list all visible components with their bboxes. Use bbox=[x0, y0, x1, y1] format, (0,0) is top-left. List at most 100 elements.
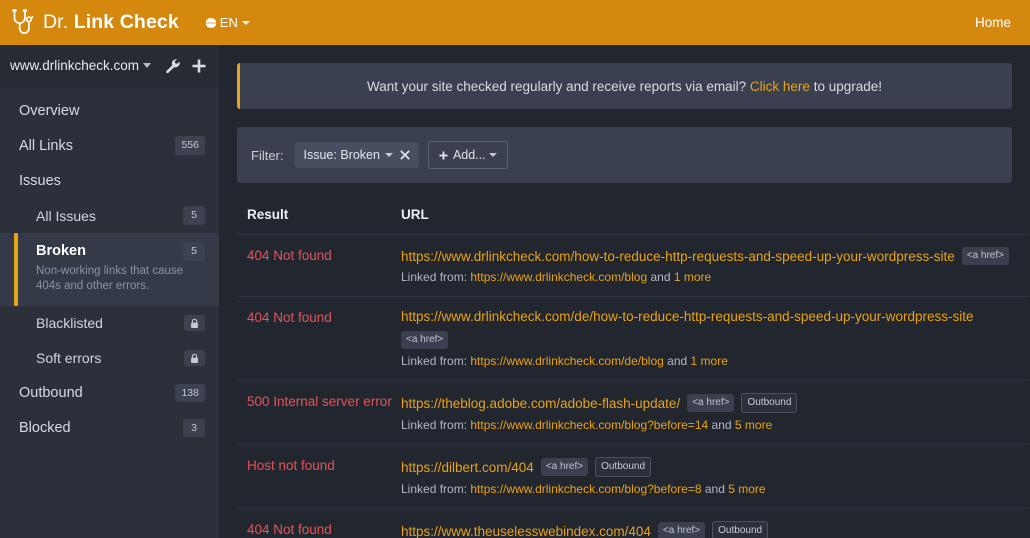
more-links-toggle[interactable]: 1 more bbox=[674, 270, 711, 284]
table-header-row: Result URL bbox=[237, 207, 1027, 234]
sidebar: www.drlinkcheck.com Overview All Links 5… bbox=[0, 45, 219, 538]
plus-icon bbox=[439, 150, 448, 160]
table-row[interactable]: 404 Not found https://www.theuselesswebi… bbox=[237, 508, 1027, 538]
cell-result: Host not found bbox=[247, 458, 335, 473]
cell-result: 404 Not found bbox=[247, 522, 332, 537]
sidebar-item-label: All Issues bbox=[36, 207, 96, 224]
sidebar-badge-count: 5 bbox=[183, 242, 205, 261]
table-row[interactable]: 404 Not found https://www.drlinkcheck.co… bbox=[237, 296, 1027, 380]
result-url-link[interactable]: https://dilbert.com/404 bbox=[401, 460, 534, 475]
lock-icon bbox=[191, 318, 198, 329]
result-url-link[interactable]: https://www.theuselesswebindex.com/404 bbox=[401, 524, 651, 538]
sidebar-item-label: Overview bbox=[19, 102, 80, 119]
chevron-down-icon bbox=[488, 153, 497, 157]
tag-a-href: <a href> bbox=[540, 458, 589, 476]
main-content: Want your site checked regularly and rec… bbox=[219, 45, 1030, 538]
linked-from-label: Linked from: bbox=[401, 418, 468, 432]
upgrade-banner-text: Want your site checked regularly and rec… bbox=[367, 79, 882, 94]
sidebar-item-soft-errors[interactable]: Soft errors bbox=[0, 341, 219, 376]
top-header-bar: Dr. Link Check EN Home bbox=[0, 0, 1030, 45]
brand-title: Dr. Link Check bbox=[43, 11, 179, 34]
banner-text-before: Want your site checked regularly and rec… bbox=[366, 78, 750, 94]
home-link[interactable]: Home bbox=[975, 15, 1011, 30]
sidebar-badge-count: 5 bbox=[183, 206, 205, 225]
sidebar-item-label: All Links bbox=[19, 137, 73, 154]
add-filter-label: Add... bbox=[452, 148, 486, 162]
linked-from-url[interactable]: https://www.drlinkcheck.com/blog?before=… bbox=[470, 418, 708, 432]
sidebar-item-blocked[interactable]: Blocked 3 bbox=[0, 411, 219, 446]
sidebar-badge-count: 138 bbox=[175, 383, 205, 403]
add-filter-button[interactable]: Add... bbox=[427, 141, 508, 169]
filter-bar: Filter: Issue: Broken Add... bbox=[237, 127, 1012, 183]
filter-chip-issue-broken[interactable]: Issue: Broken bbox=[294, 142, 419, 168]
more-links-toggle[interactable]: 5 more bbox=[735, 418, 772, 432]
filter-chip-label: Issue: Broken bbox=[303, 148, 380, 162]
chevron-down-icon[interactable] bbox=[384, 153, 393, 157]
sidebar-badge-locked bbox=[184, 350, 205, 367]
cell-url: https://dilbert.com/404 <a href> Outboun… bbox=[401, 457, 1027, 496]
close-x-icon[interactable] bbox=[400, 150, 410, 160]
stethoscope-icon bbox=[12, 8, 34, 34]
sidebar-item-outbound[interactable]: Outbound 138 bbox=[0, 376, 219, 411]
sidebar-item-all-issues[interactable]: All Issues 5 bbox=[0, 198, 219, 233]
column-header-url: URL bbox=[401, 207, 429, 222]
table-row[interactable]: Host not found https://dilbert.com/404 <… bbox=[237, 444, 1027, 508]
cell-url: https://www.drlinkcheck.com/de/how-to-re… bbox=[401, 309, 1027, 368]
table-row[interactable]: 500 Internal server error https://theblo… bbox=[237, 380, 1027, 444]
tag-a-href: <a href> bbox=[961, 247, 1009, 265]
upgrade-banner: Want your site checked regularly and rec… bbox=[237, 63, 1012, 109]
linked-from-line: Linked from: https://www.drlinkcheck.com… bbox=[401, 418, 1027, 432]
linked-from-label: Linked from: bbox=[401, 482, 468, 496]
table-row[interactable]: 404 Not found https://www.drlinkcheck.co… bbox=[237, 234, 1027, 296]
column-header-result: Result bbox=[247, 207, 289, 222]
tag-outbound: Outbound bbox=[712, 521, 769, 538]
result-url-link[interactable]: https://www.drlinkcheck.com/de/how-to-re… bbox=[401, 309, 974, 324]
linked-from-url[interactable]: https://www.drlinkcheck.com/de/blog bbox=[470, 354, 663, 368]
banner-upgrade-link[interactable]: Click here bbox=[750, 79, 810, 94]
brand-title-thin: Dr. bbox=[43, 11, 69, 33]
url-line: https://www.drlinkcheck.com/de/how-to-re… bbox=[401, 309, 1027, 349]
tag-a-href: <a href> bbox=[657, 522, 706, 538]
chevron-down-icon bbox=[241, 20, 250, 25]
sidebar-item-label: Blacklisted bbox=[36, 315, 103, 332]
globe-icon bbox=[204, 16, 217, 29]
sidebar-item-blacklisted[interactable]: Blacklisted bbox=[0, 306, 219, 341]
plus-icon[interactable] bbox=[191, 58, 207, 74]
brand-logo[interactable]: Dr. Link Check bbox=[11, 8, 179, 38]
site-selector[interactable]: www.drlinkcheck.com bbox=[0, 45, 219, 87]
sidebar-item-broken-row: Broken 5 bbox=[36, 242, 205, 261]
linked-from-line: Linked from: https://www.drlinkcheck.com… bbox=[401, 354, 1027, 368]
cell-result: 500 Internal server error bbox=[247, 394, 392, 409]
tag-outbound: Outbound bbox=[595, 457, 652, 477]
sidebar-item-description: Non-working links that cause 404s and ot… bbox=[36, 264, 184, 293]
wrench-icon[interactable] bbox=[165, 58, 181, 74]
tag-outbound: Outbound bbox=[741, 393, 798, 413]
and-label: and bbox=[650, 270, 671, 284]
banner-text-after: to upgrade! bbox=[809, 78, 883, 94]
results-table: Result URL 404 Not found https://www.drl… bbox=[237, 207, 1027, 538]
sidebar-group-label: Issues bbox=[19, 172, 61, 189]
sidebar-badge-count: 556 bbox=[175, 136, 205, 155]
sidebar-item-broken[interactable]: Broken 5 Non-working links that cause 40… bbox=[0, 233, 219, 306]
linked-from-line: Linked from: https://www.drlinkcheck.com… bbox=[401, 482, 1027, 496]
linked-from-url[interactable]: https://www.drlinkcheck.com/blog bbox=[470, 270, 647, 284]
chevron-down-icon[interactable] bbox=[143, 63, 151, 68]
sidebar-item-overview[interactable]: Overview bbox=[0, 93, 219, 128]
linked-from-line: Linked from: https://www.drlinkcheck.com… bbox=[401, 270, 1027, 284]
language-selector[interactable]: EN bbox=[204, 15, 250, 30]
more-links-toggle[interactable]: 1 more bbox=[691, 354, 728, 368]
and-label: and bbox=[667, 354, 688, 368]
tag-a-href: <a href> bbox=[687, 394, 735, 412]
cell-url: https://theblog.adobe.com/adobe-flash-up… bbox=[401, 393, 1027, 432]
linked-from-url[interactable]: https://www.drlinkcheck.com/blog?before=… bbox=[470, 482, 701, 496]
sidebar-item-label: Outbound bbox=[19, 385, 83, 402]
url-line: https://theblog.adobe.com/adobe-flash-up… bbox=[401, 393, 1027, 413]
result-url-link[interactable]: https://www.drlinkcheck.com/how-to-reduc… bbox=[401, 249, 955, 264]
more-links-toggle[interactable]: 5 more bbox=[728, 482, 765, 496]
tag-a-href: <a href> bbox=[401, 331, 449, 349]
sidebar-badge-count: 3 bbox=[183, 418, 205, 438]
result-url-link[interactable]: https://theblog.adobe.com/adobe-flash-up… bbox=[401, 396, 680, 411]
filter-label: Filter: bbox=[251, 147, 284, 163]
sidebar-group-issues: Issues bbox=[0, 163, 219, 198]
sidebar-item-all-links[interactable]: All Links 556 bbox=[0, 128, 219, 163]
